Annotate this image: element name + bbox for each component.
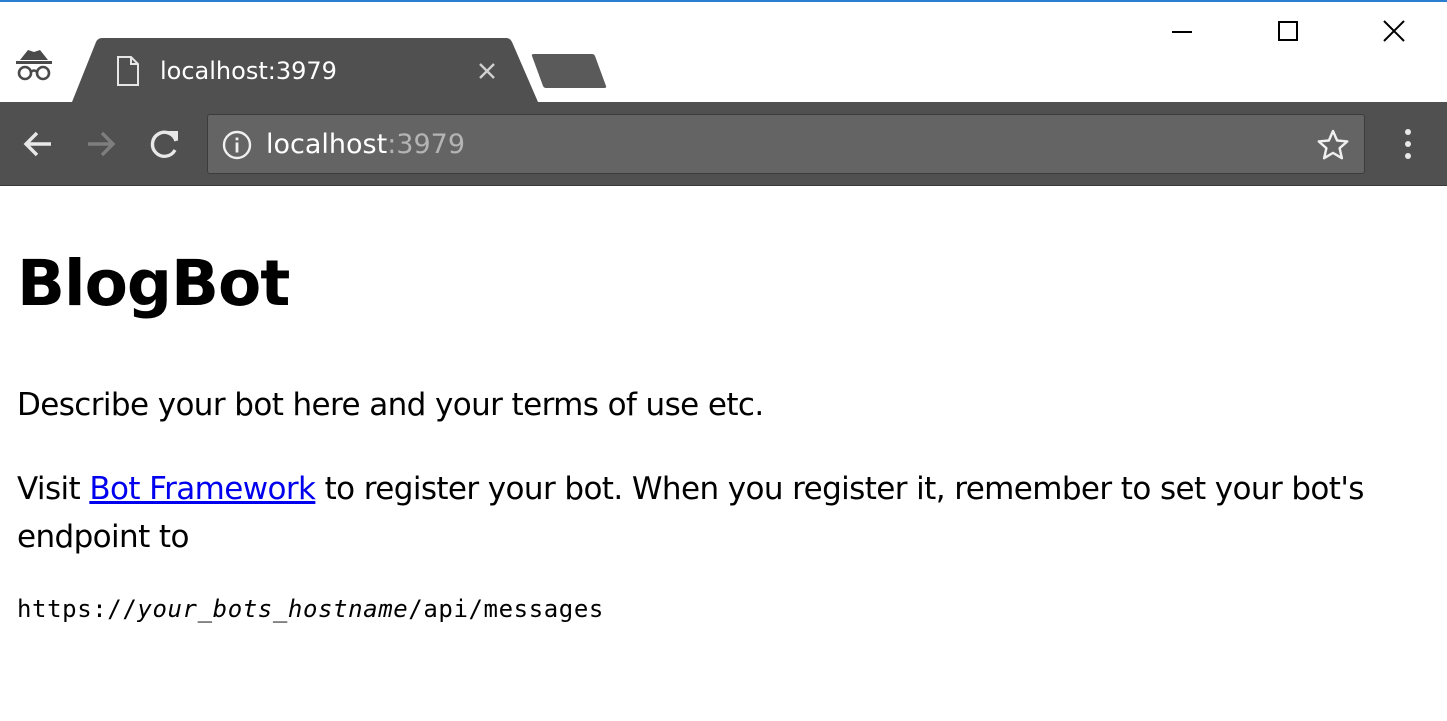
minimize-icon[interactable] <box>1160 12 1204 52</box>
url-text[interactable]: localhost:3979 <box>266 128 465 162</box>
bot-description: Describe your bot here and your terms of… <box>17 387 764 423</box>
tab-title: localhost:3979 <box>160 57 337 85</box>
endpoint-path: /api/messages <box>408 595 604 623</box>
back-arrow-icon[interactable] <box>17 122 61 166</box>
page-title: BlogBot <box>17 247 290 320</box>
address-bar[interactable]: localhost:3979 <box>207 114 1365 174</box>
tab-close-icon[interactable] <box>474 56 500 86</box>
bot-framework-link[interactable]: Bot Framework <box>89 471 316 507</box>
endpoint-code: https://your_bots_hostname/api/messages <box>17 594 604 624</box>
toolbar-divider <box>0 185 1447 186</box>
close-window-icon[interactable] <box>1372 12 1416 52</box>
endpoint-host-placeholder: your_bots_hostname <box>137 595 409 623</box>
document-icon <box>116 56 140 86</box>
endpoint-scheme: https:// <box>17 595 138 623</box>
incognito-icon <box>14 48 54 88</box>
url-port: :3979 <box>387 129 466 160</box>
new-tab-button[interactable] <box>530 52 610 92</box>
browser-toolbar: localhost:3979 <box>0 102 1447 186</box>
forward-arrow-icon[interactable] <box>80 122 124 166</box>
maximize-icon[interactable] <box>1266 12 1310 52</box>
url-host: localhost <box>266 129 388 160</box>
tab-active[interactable]: localhost:3979 <box>72 38 540 102</box>
reload-icon[interactable] <box>143 122 187 166</box>
info-icon[interactable] <box>222 130 252 160</box>
register-instructions: Visit Bot Framework to register your bot… <box>17 465 1377 561</box>
bookmark-star-icon[interactable] <box>1316 128 1350 162</box>
more-menu-icon[interactable] <box>1393 124 1423 164</box>
visit-prefix: Visit <box>17 471 90 507</box>
